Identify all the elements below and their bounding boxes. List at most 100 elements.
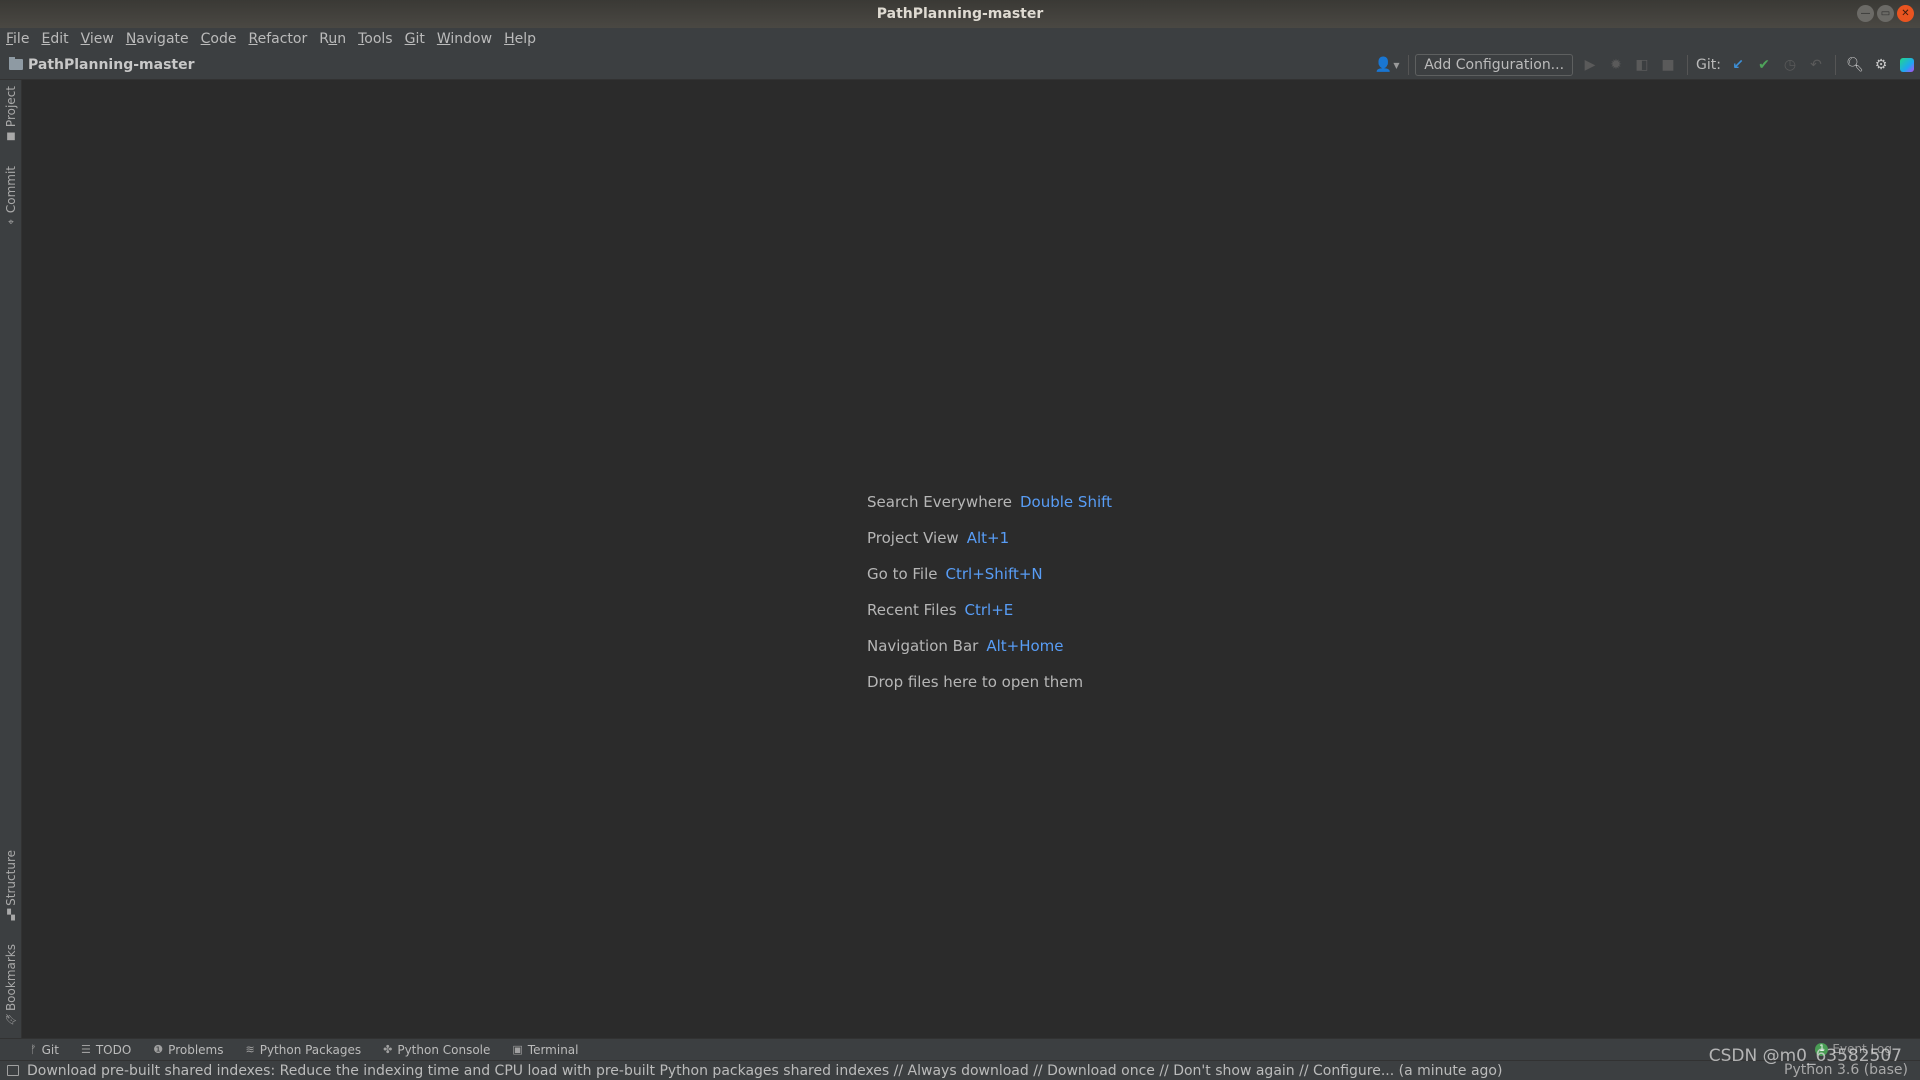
hint-action: Recent Files [867, 601, 957, 619]
jetbrains-toolbox-icon [1900, 58, 1914, 72]
menu-tools[interactable]: Tools [358, 31, 393, 47]
tool-tab-label: TODO [95, 1042, 132, 1057]
run-button[interactable]: ▶ [1577, 54, 1603, 76]
commit-icon: ⌖ [8, 217, 14, 229]
stop-button[interactable]: ■ [1655, 54, 1681, 76]
navbar-toolbar: 👤 ▼ Add Configuration... ▶ ✹ ◧ ■ Git: ↙ ✔… [1372, 50, 1920, 80]
hint-navigation-bar: Navigation Bar Alt+Home [867, 628, 1112, 664]
separator [1687, 55, 1689, 75]
maximize-button[interactable]: ▭ [1877, 5, 1894, 22]
hint-project-view: Project View Alt+1 [867, 520, 1112, 556]
minimize-icon: — [1860, 8, 1871, 19]
hint-recent-files: Recent Files Ctrl+E [867, 592, 1112, 628]
tab-project[interactable]: Project ■ [0, 86, 22, 142]
hint-action: Go to File [867, 565, 938, 583]
hint-shortcut: Ctrl+Shift+N [945, 565, 1043, 583]
menu-window[interactable]: Window [437, 31, 492, 47]
hint-shortcut: Alt+1 [966, 529, 1010, 547]
git-update-icon: ↙ [1732, 57, 1744, 73]
tab-commit-label: Commit [4, 166, 18, 214]
coverage-button[interactable]: ◧ [1629, 54, 1655, 76]
menu-refactor[interactable]: Refactor [248, 31, 307, 47]
git-label: Git: [1696, 57, 1721, 73]
breadcrumb-project[interactable]: PathPlanning-master [9, 57, 195, 73]
project-name: PathPlanning-master [28, 56, 195, 73]
close-button[interactable]: ✕ [1897, 5, 1914, 22]
git-rollback-icon: ↶ [1810, 57, 1822, 73]
menu-git[interactable]: Git [405, 31, 425, 47]
tool-tab-python-console[interactable]: ✤ Python Console [383, 1043, 490, 1057]
menu-code[interactable]: Code [201, 31, 237, 47]
tab-bookmarks[interactable]: Bookmarks 🔖︎ [0, 944, 22, 1026]
git-history-button[interactable]: ◷ [1777, 54, 1803, 76]
bookmark-icon: 🔖︎ [4, 1015, 18, 1027]
window-title: PathPlanning-master [876, 6, 1044, 22]
navigation-bar: PathPlanning-master 👤 ▼ Add Configuration… [0, 50, 1920, 80]
separator [1835, 55, 1836, 75]
coverage-icon: ◧ [1635, 57, 1649, 73]
git-update-button[interactable]: ↙ [1725, 54, 1751, 76]
menu-bar: File Edit View Navigate Code Refactor Ru… [0, 28, 1920, 50]
settings-button[interactable]: ⚙ [1868, 54, 1894, 76]
title-bar: PathPlanning-master — ▭ ✕ [0, 0, 1920, 28]
git-commit-button[interactable]: ✔ [1751, 54, 1777, 76]
tool-tab-label: Terminal [527, 1042, 579, 1057]
search-button[interactable]: 🔍︎ [1842, 54, 1868, 76]
list-icon: ☰ [80, 1043, 91, 1056]
maximize-icon: ▭ [1880, 8, 1891, 19]
stop-icon: ■ [1661, 57, 1675, 73]
menu-file[interactable]: File [6, 31, 29, 47]
watermark: CSDN @m0_63582507 [1708, 1046, 1902, 1066]
gear-icon: ⚙ [1874, 57, 1888, 73]
user-button[interactable]: 👤 ▼ [1372, 54, 1402, 76]
problems-icon: ❶ [153, 1043, 164, 1056]
tool-tab-label: Python Console [397, 1042, 491, 1057]
hint-action: Navigation Bar [867, 637, 979, 655]
debug-button[interactable]: ✹ [1603, 54, 1629, 76]
bottom-tool-tabs: ᚠ Git ☰ TODO ❶ Problems ≋ Python Package… [0, 1038, 1920, 1060]
git-rollback-button[interactable]: ↶ [1803, 54, 1829, 76]
tool-tab-label: Python Packages [259, 1042, 362, 1057]
hint-search-everywhere: Search Everywhere Double Shift [867, 484, 1112, 520]
hint-drop-files: Drop files here to open them [867, 664, 1112, 700]
tab-project-label: Project [4, 86, 18, 128]
tool-tab-problems[interactable]: ❶ Problems [153, 1043, 223, 1057]
hint-action: Drop files here to open them [867, 673, 1084, 691]
structure-icon: ▚ [7, 909, 15, 921]
editor-area[interactable]: Search Everywhere Double Shift Project V… [22, 80, 1920, 1038]
tool-tab-label: Git [41, 1042, 59, 1057]
user-icon: 👤 [1374, 57, 1393, 73]
hint-shortcut: Ctrl+E [964, 601, 1014, 619]
tool-tab-python-packages[interactable]: ≋ Python Packages [245, 1043, 361, 1057]
menu-run[interactable]: Run [319, 31, 346, 47]
status-message[interactable]: Download pre-built shared indexes: Reduc… [27, 1063, 1502, 1079]
add-configuration-button[interactable]: Add Configuration... [1415, 54, 1574, 76]
toolbox-button[interactable] [1894, 54, 1920, 76]
tab-structure[interactable]: Structure ▚ [0, 850, 22, 921]
hint-shortcut: Alt+Home [986, 637, 1064, 655]
menu-navigate[interactable]: Navigate [126, 31, 189, 47]
hint-action: Search Everywhere [867, 493, 1012, 511]
tool-tab-label: Problems [168, 1042, 224, 1057]
menu-help[interactable]: Help [504, 31, 536, 47]
window-controls: — ▭ ✕ [1857, 5, 1914, 22]
menu-view[interactable]: View [81, 31, 114, 47]
hint-shortcut: Double Shift [1020, 493, 1113, 511]
run-icon: ▶ [1584, 57, 1596, 73]
menu-edit[interactable]: Edit [41, 31, 68, 47]
toggle-tool-windows-icon[interactable] [7, 1065, 19, 1076]
search-icon: 🔍︎ [1846, 57, 1864, 73]
hint-go-to-file: Go to File Ctrl+Shift+N [867, 556, 1112, 592]
terminal-icon: ▣ [512, 1043, 523, 1056]
tool-tab-todo[interactable]: ☰ TODO [81, 1043, 131, 1057]
packages-icon: ≋ [245, 1043, 255, 1056]
folder-icon: ■ [6, 131, 16, 143]
tab-commit[interactable]: Commit ⌖ [0, 166, 22, 228]
minimize-button[interactable]: — [1857, 5, 1874, 22]
tool-tab-terminal[interactable]: ▣ Terminal [512, 1043, 578, 1057]
tool-tab-git[interactable]: ᚠ Git [30, 1043, 59, 1057]
folder-icon [9, 57, 23, 70]
status-bar: Download pre-built shared indexes: Reduc… [0, 1060, 1920, 1080]
hint-action: Project View [867, 529, 959, 547]
tab-structure-label: Structure [4, 850, 18, 906]
